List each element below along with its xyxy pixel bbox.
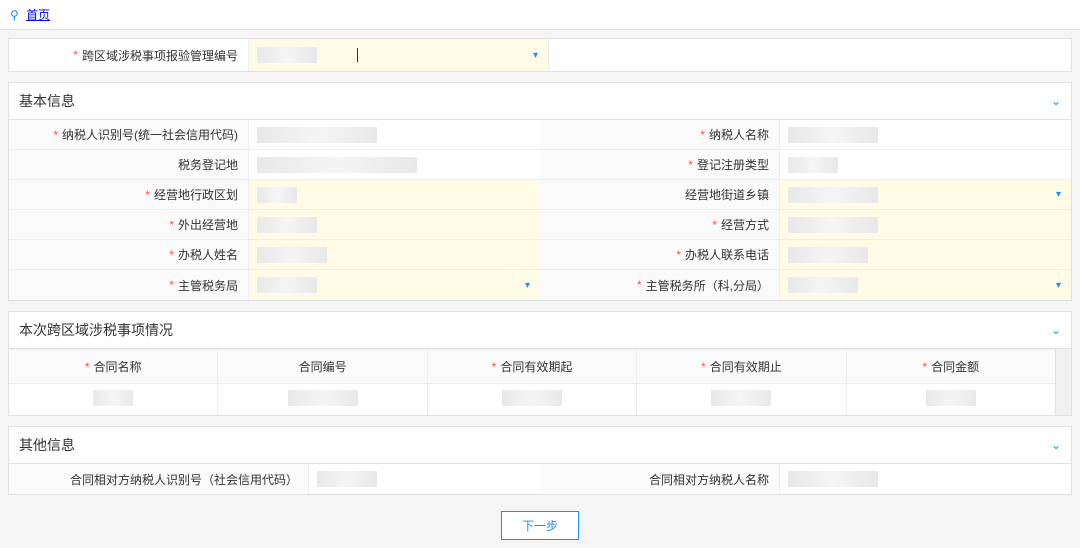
biz-area-label: *经营地行政区划 [9,180,249,209]
col-contract-name: *合同名称 [9,350,218,383]
agent-phone-input[interactable] [780,240,1071,269]
biz-area-input[interactable] [249,180,540,209]
chevron-down-icon[interactable]: ⌄ [1051,94,1061,108]
tax-office-label: *主管税务所（科,分局） [540,270,780,300]
next-button[interactable]: 下一步 [501,511,579,540]
col-contract-start: *合同有效期起 [428,350,637,383]
agent-name-label: *办税人姓名 [9,240,249,269]
contract-table-header: *合同名称 合同编号 *合同有效期起 *合同有效期止 *合同金额 [9,349,1055,384]
counterpart-name-label: 合同相对方纳税人名称 [540,464,780,494]
scrollbar-vertical[interactable] [1055,349,1071,415]
taxpayer-id-value [249,120,540,149]
counterpart-id-label: 合同相对方纳税人识别号（社会信用代码） [9,464,309,494]
panel-contract-header[interactable]: 本次跨区域涉税事项情况 ⌄ [9,312,1071,349]
panel-other-header[interactable]: 其他信息 ⌄ [9,427,1071,464]
mgmt-number-label: *跨区域涉税事项报验管理编号 [9,39,249,71]
biz-method-label: *经营方式 [540,210,780,239]
contract-table-row [9,384,1055,415]
col-contract-number: 合同编号 [218,350,427,383]
taxpayer-name-value [780,120,1071,149]
panel-basic-info: 基本信息 ⌄ *纳税人识别号(统一社会信用代码) *纳税人名称 税务登记地 [8,82,1072,301]
breadcrumb: ⚲ 首页 [0,0,1080,30]
panel-other: 其他信息 ⌄ 合同相对方纳税人识别号（社会信用代码） 合同相对方纳税人名称 [8,426,1072,495]
cell-contract-name[interactable] [9,384,218,415]
biz-street-select[interactable] [780,180,1071,209]
reg-type-value [780,150,1071,179]
tax-bureau-select[interactable] [249,270,540,300]
chevron-down-icon[interactable]: ⌄ [1051,438,1061,452]
tax-reg-place-value [249,150,540,179]
taxpayer-name-label: *纳税人名称 [540,120,780,149]
mgmt-number-input[interactable] [249,39,549,71]
panel-contract-title: 本次跨区域涉税事项情况 [19,320,173,340]
counterpart-id-value[interactable] [309,464,540,494]
tax-reg-place-label: 税务登记地 [9,150,249,179]
cell-contract-end[interactable] [637,384,846,415]
cell-contract-start[interactable] [428,384,637,415]
biz-method-input[interactable] [780,210,1071,239]
counterpart-name-value[interactable] [780,464,1071,494]
chevron-down-icon[interactable]: ⌄ [1051,323,1061,337]
cell-contract-amount[interactable] [847,384,1055,415]
outbound-biz-label: *外出经营地 [9,210,249,239]
outbound-biz-input[interactable] [249,210,540,239]
panel-other-title: 其他信息 [19,435,75,455]
panel-basic-header[interactable]: 基本信息 ⌄ [9,83,1071,120]
col-contract-end: *合同有效期止 [637,350,846,383]
col-contract-amount: *合同金额 [847,350,1055,383]
biz-street-label: 经营地街道乡镇 [540,180,780,209]
taxpayer-id-label: *纳税人识别号(统一社会信用代码) [9,120,249,149]
agent-name-input[interactable] [249,240,540,269]
breadcrumb-home[interactable]: 首页 [26,8,50,22]
button-row: 下一步 [8,505,1072,540]
panel-contract: 本次跨区域涉税事项情况 ⌄ *合同名称 合同编号 *合同有效期起 *合同有效期止… [8,311,1072,416]
agent-phone-label: *办税人联系电话 [540,240,780,269]
mgmt-number-row: *跨区域涉税事项报验管理编号 [8,38,1072,72]
tax-bureau-label: *主管税务局 [9,270,249,300]
reg-type-label: *登记注册类型 [540,150,780,179]
tax-office-select[interactable] [780,270,1071,300]
panel-basic-title: 基本信息 [19,91,75,111]
cell-contract-number[interactable] [218,384,427,415]
location-pin-icon: ⚲ [10,8,19,22]
